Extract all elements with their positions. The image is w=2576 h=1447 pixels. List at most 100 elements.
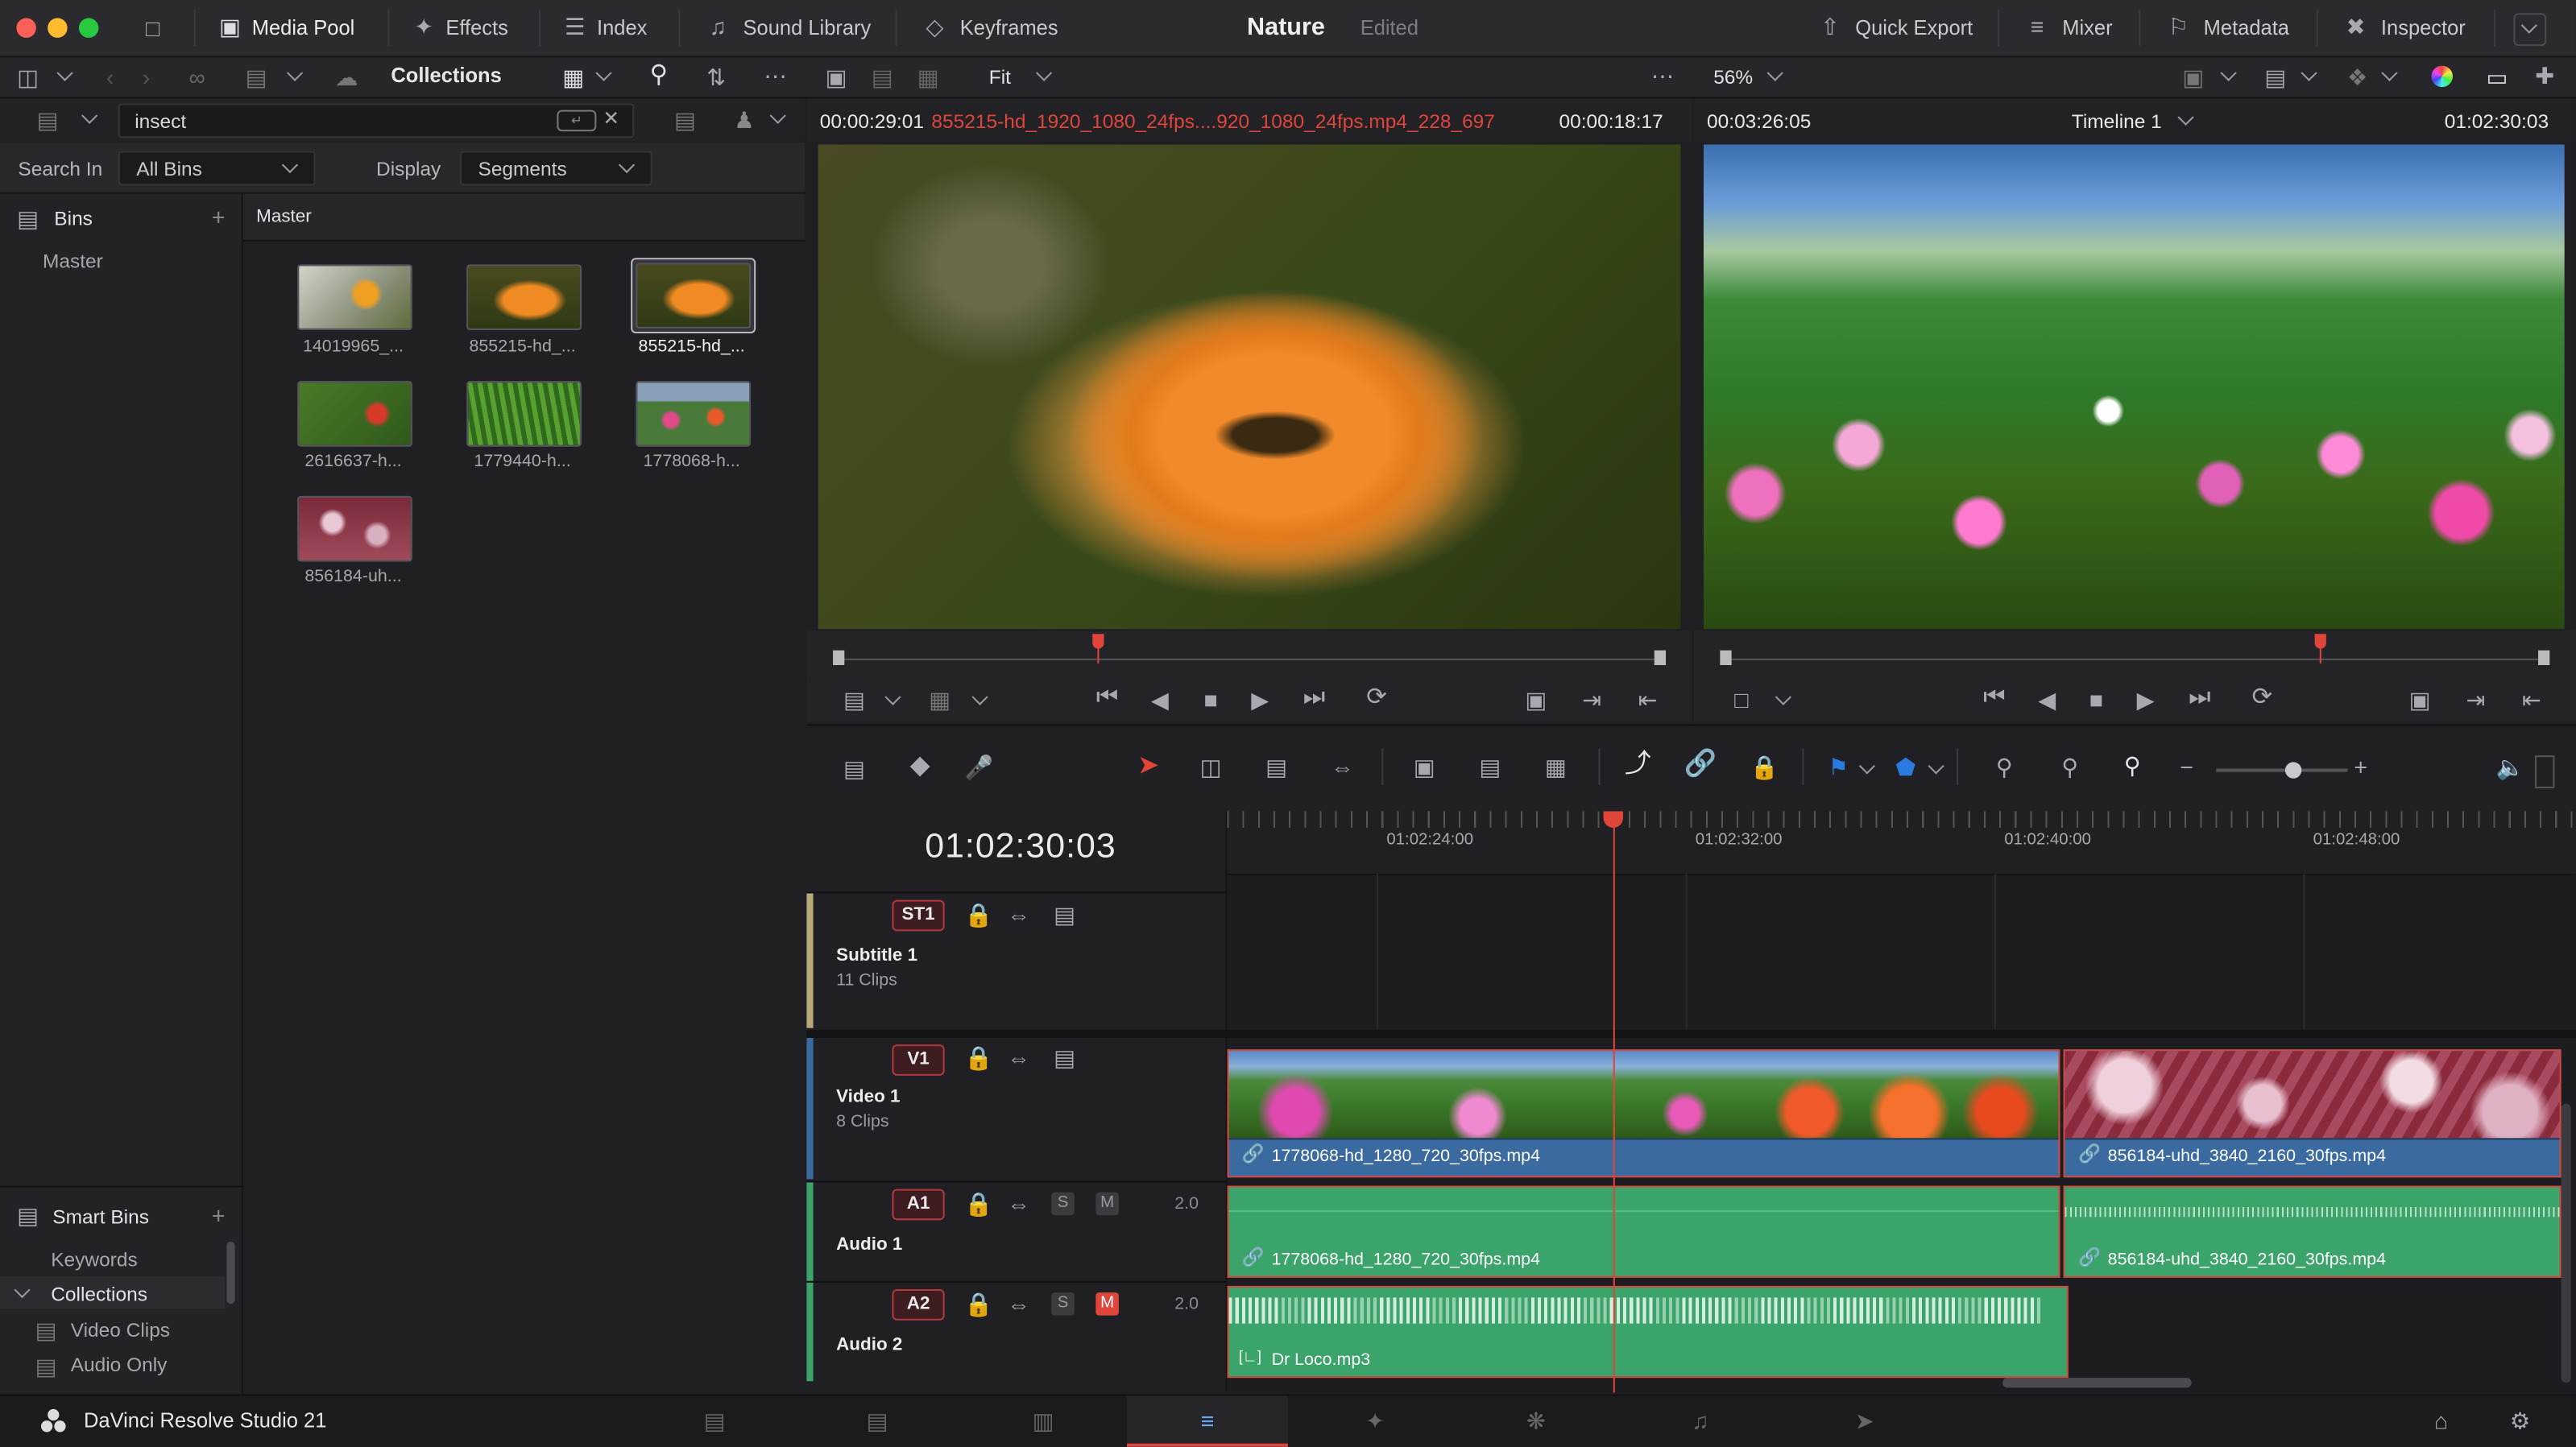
fusion-page-icon[interactable]: ✦ [1357,1408,1394,1434]
go-to-end-icon[interactable]: ⏭ [1296,684,1332,711]
replace-clip-icon[interactable]: ▦ [1533,754,1579,780]
blade-icon[interactable]: ⇔ [1323,754,1362,780]
mute-button[interactable]: M [1095,1192,1119,1216]
track-badge-st1[interactable]: ST1 [892,899,945,932]
timeline-tracks-area[interactable]: 01:02:24:00 01:02:32:00 01:02:40:00 01:0… [1227,811,2576,1393]
index-button[interactable]: ☰ Index [558,13,647,43]
chevron-down-icon[interactable] [2177,109,2194,126]
overwrite-clip-icon[interactable]: ▤ [1470,754,1510,780]
insert-clip-icon[interactable]: ▣ [1405,754,1444,780]
stop-icon[interactable]: ■ [2083,687,2110,713]
lock-icon[interactable]: 🔒 [964,902,993,928]
chevron-down-icon[interactable] [1036,64,1053,81]
clip-thumbnail[interactable] [297,495,412,562]
filmstrip-icon[interactable]: ▤ [868,64,897,91]
loop-icon[interactable]: ⟳ [2244,684,2280,711]
dual-viewer-icon[interactable]: ✚ [2530,63,2560,89]
clip-thumbnail[interactable] [466,264,582,330]
chevron-down-icon[interactable] [2381,64,2398,81]
audio-clip[interactable]: 🔗 1778068-hd_1280_720_30fps.mp4 [1227,1185,2060,1278]
chevron-down-icon[interactable] [1766,64,1783,81]
chevron-down-icon[interactable] [769,107,786,124]
solo-button[interactable]: S [1051,1292,1075,1316]
toolbar-menu-button[interactable] [2513,13,2547,47]
timeline-vertical-scrollbar[interactable] [2561,1103,2571,1383]
edit-page-tab[interactable]: ≡ [1127,1395,1288,1447]
audio-clip[interactable]: 🔗 856184-uhd_3840_2160_30fps.mp4 [2063,1185,2562,1278]
image-view-icon[interactable]: ▣ [822,64,851,91]
auto-select-icon[interactable]: ⇔ [1004,1191,1033,1218]
linked-selection-icon[interactable]: 🔗 [1684,751,1717,779]
clip-thumbnail[interactable] [297,381,412,447]
bin-master[interactable]: Master [43,250,103,273]
zoom-full-icon[interactable]: ⚲ [1983,754,2026,780]
chevron-down-icon[interactable] [971,688,988,705]
play-icon[interactable]: ▶ [2132,687,2159,713]
chevron-down-icon[interactable] [1858,758,1875,775]
dynamic-trim-icon[interactable]: ▤ [1257,754,1296,780]
more-options-icon[interactable]: ⋯ [759,63,792,89]
grid-view-icon[interactable]: ▦ [558,64,588,91]
timeline-horizontal-scrollbar[interactable] [2002,1378,2192,1388]
chevron-down-icon[interactable] [1775,688,1791,705]
play-reverse-icon[interactable]: ◀ [2034,687,2060,713]
chevron-down-icon[interactable] [1928,758,1944,775]
single-viewer-icon[interactable]: ▭ [2483,64,2512,91]
lock-icon[interactable]: 🔒 [964,1044,993,1071]
track-badge-v1[interactable]: V1 [892,1044,945,1076]
chevron-down-icon[interactable] [2301,64,2317,81]
minimize-window-button[interactable] [48,18,68,38]
chevron-down-icon[interactable] [286,64,304,81]
sidebar-scrollbar[interactable] [226,1241,235,1304]
subtitle-icon[interactable]: ▤ [1050,902,1079,928]
media-page-icon[interactable]: ▤ [697,1408,733,1434]
quick-export-button[interactable]: ⇧ Quick Export [1811,13,1973,43]
audio-clip[interactable]: [∟] Dr Loco.mp3 [1227,1285,2069,1379]
add-bin-plus-icon[interactable]: + [207,204,230,230]
loop-icon[interactable]: ⟳ [1359,684,1395,711]
smart-bin-keywords[interactable]: Keywords [51,1248,137,1271]
go-to-start-icon[interactable]: ⏮ [1977,684,2013,711]
play-icon[interactable]: ▶ [1247,687,1274,713]
clip-thumbnail[interactable] [466,381,582,447]
match-frame-icon[interactable]: ▣ [2404,687,2437,713]
deliver-page-icon[interactable]: ➤ [1846,1408,1882,1434]
source-scrub-marker-in[interactable] [833,650,845,665]
solo-button[interactable]: S [1051,1192,1075,1216]
chevron-down-icon[interactable] [884,688,901,705]
timeline-options-icon[interactable]: ▤ [836,755,872,782]
source-viewer-scrubber[interactable] [806,630,1692,680]
trim-edit-icon[interactable]: ◫ [1191,754,1231,780]
smart-bin-collections-row[interactable]: Collections [0,1275,226,1309]
search-in-select[interactable]: All Bins [118,151,316,186]
color-wheel-icon[interactable] [2431,65,2453,88]
snapping-icon[interactable]: ⤴ [1621,751,1655,779]
flag-icon[interactable]: ⚑ [1825,754,1852,780]
mark-in-icon[interactable]: ⇥ [2462,687,2489,713]
more-options-icon[interactable]: ⋯ [1646,63,1679,89]
chevron-down-icon[interactable] [595,64,612,81]
selection-arrow-icon[interactable]: ➤ [1135,753,1162,780]
timeline-scrub-marker-out[interactable] [2538,650,2550,665]
smart-bin-audio-only[interactable]: Audio Only [71,1354,168,1377]
forward-icon[interactable]: › [135,64,158,91]
zoom-detail-icon[interactable]: ⚲ [2048,754,2091,780]
transform-icon[interactable]: ❖ [2342,64,2372,91]
auto-select-icon[interactable]: ⇔ [1004,1044,1033,1071]
speaker-icon[interactable]: 🔈 [2495,754,2525,780]
zoom-level-select[interactable]: 56% [1713,66,1753,89]
viewer-mode-icon[interactable]: ▣ [2178,64,2208,91]
keyframe-diamond-icon[interactable]: ◆ [902,753,938,780]
color-page-icon[interactable]: ❋ [1518,1408,1554,1434]
mark-out-icon[interactable]: ⇤ [1634,687,1661,713]
auto-select-icon[interactable]: ⇔ [1004,902,1033,928]
inspector-button[interactable]: ✖ Inspector [2336,13,2466,43]
go-to-end-icon[interactable]: ⏭ [2181,684,2218,711]
video-clip[interactable]: 🔗 856184-uhd_3840_2160_30fps.mp4 [2063,1049,2562,1178]
timeline-ruler[interactable]: 01:02:24:00 01:02:32:00 01:02:40:00 01:0… [1227,811,2576,876]
workspace-icon[interactable]: □ [138,14,168,41]
smart-bin-video-clips[interactable]: Video Clips [71,1319,170,1342]
go-to-start-icon[interactable]: ⏮ [1089,684,1125,711]
sort-icon[interactable]: ⇅ [703,64,730,91]
link-icon[interactable]: ∞ [184,64,210,91]
